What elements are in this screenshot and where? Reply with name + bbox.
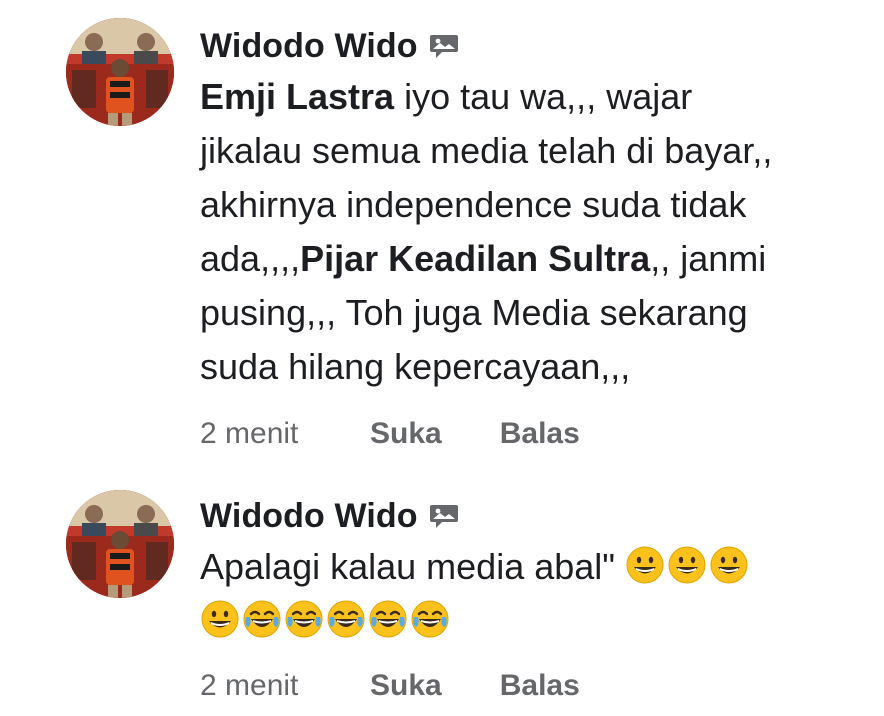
comment-line: Apalagi kalau media abal" <box>200 540 850 594</box>
tears-of-joy-face-emoji-icon <box>410 599 450 639</box>
tears-of-joy-face-emoji-icon <box>326 599 366 639</box>
avatar[interactable] <box>66 490 174 598</box>
author-row: Widodo Wido <box>200 24 460 68</box>
avatar[interactable] <box>66 18 174 126</box>
comment-line <box>200 594 850 648</box>
like-button[interactable]: Suka <box>370 669 442 703</box>
comment-line: akhirnya independence suda tidak <box>200 178 850 232</box>
photo-chat-icon <box>428 32 460 60</box>
comment-text: ada,,,, <box>200 238 301 279</box>
reply-button[interactable]: Balas <box>500 669 580 703</box>
tears-of-joy-face-emoji-icon <box>242 599 282 639</box>
mention-link[interactable]: Pijar Keadilan Sultra <box>300 238 650 279</box>
grinning-face-emoji-icon <box>709 545 749 585</box>
reply-button[interactable]: Balas <box>500 417 580 451</box>
comment-text: ,, janmi <box>650 238 767 279</box>
author-name[interactable]: Widodo Wido <box>200 497 418 536</box>
comment-text: pusing,,, Toh juga Media sekarang <box>200 292 748 333</box>
comment-line: suda hilang kepercayaan,,, <box>200 340 850 394</box>
comment: Widodo Wido Emji Lastra iyo tau wa,,, wa… <box>0 0 884 470</box>
comment-body: Emji Lastra iyo tau wa,,, wajar jikalau s… <box>200 70 850 394</box>
timestamp: 2 menit <box>200 669 299 702</box>
comment-line: ada,,,,Pijar Keadilan Sultra,, janmi <box>200 232 850 286</box>
grinning-face-emoji-icon <box>625 545 665 585</box>
comment-text: jikalau semua media telah di bayar,, <box>200 130 773 171</box>
comment-text: akhirnya independence suda tidak <box>200 184 747 225</box>
grinning-face-emoji-icon <box>667 545 707 585</box>
timestamp: 2 menit <box>200 417 299 450</box>
tears-of-joy-face-emoji-icon <box>368 599 408 639</box>
author-name[interactable]: Widodo Wido <box>200 27 418 66</box>
comment-body: Apalagi kalau media abal" <box>200 540 850 648</box>
comment: Widodo Wido Apalagi kalau media abal" 2 … <box>0 470 884 716</box>
comment-meta: 2 menit Suka Balas <box>200 666 638 706</box>
like-button[interactable]: Suka <box>370 417 442 451</box>
author-row: Widodo Wido <box>200 494 460 538</box>
comment-text: suda hilang kepercayaan,,, <box>200 346 631 387</box>
comment-text: iyo tau wa,,, wajar <box>394 76 693 117</box>
comment-line: Emji Lastra iyo tau wa,,, wajar <box>200 70 850 124</box>
grinning-face-emoji-icon <box>200 599 240 639</box>
comment-text: Apalagi kalau media abal" <box>200 546 616 587</box>
comment-line: pusing,,, Toh juga Media sekarang <box>200 286 850 340</box>
tears-of-joy-face-emoji-icon <box>284 599 324 639</box>
mention-link[interactable]: Emji Lastra <box>200 76 394 117</box>
photo-chat-icon <box>428 502 460 530</box>
comment-meta: 2 menit Suka Balas <box>200 414 638 454</box>
comment-line: jikalau semua media telah di bayar,, <box>200 124 850 178</box>
